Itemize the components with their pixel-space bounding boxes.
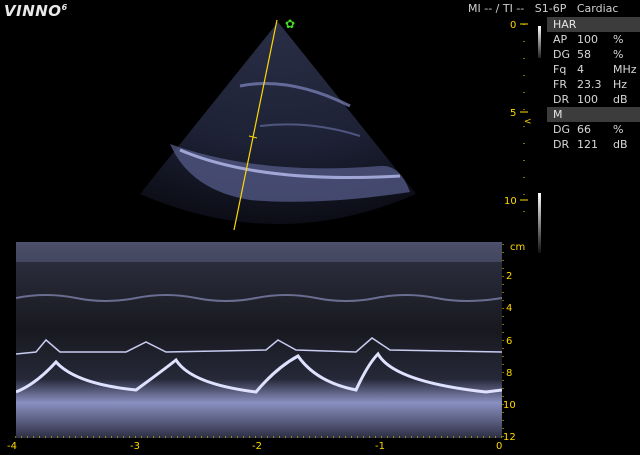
har-parameter-panel: HAR AP 100% DG 58% Fq 4 MHz FR 23.3 Hz DR 100 dB… xyxy=(547,17,640,152)
depth-scale-2d: 0 5 10 < xyxy=(504,20,532,219)
depth-tick-2: 2 xyxy=(506,271,512,282)
status-header: MI -- / TI -- S1-6P Cardiac xyxy=(468,2,625,15)
near-field-band xyxy=(16,244,502,262)
time-tick-minus-4: -4 xyxy=(7,441,17,452)
depth-tick-4: 4 xyxy=(506,303,512,314)
param-row: DR 100 dB xyxy=(553,93,628,106)
time-scale: -4 -3 -2 -1 0 xyxy=(7,436,502,452)
depth-label-5: 5 xyxy=(510,108,516,119)
param-row: FR 23.3 Hz xyxy=(553,78,628,91)
depth-label-0: 0 xyxy=(510,20,516,31)
brand-logo: VINNO6 xyxy=(4,2,68,20)
focus-marker-icon[interactable]: < xyxy=(524,117,532,127)
depth-tick-10: 10 xyxy=(503,400,516,411)
preset-label: Cardiac xyxy=(576,2,619,15)
param-row: Fq 4 MHz xyxy=(553,63,637,76)
har-section-title: HAR xyxy=(547,17,640,32)
param-row: DR 121 dB xyxy=(553,138,628,151)
m-section-title: M xyxy=(547,107,640,122)
depth-tick-8: 8 xyxy=(506,368,512,379)
depth-label-10: 10 xyxy=(504,196,517,207)
time-tick-minus-3: -3 xyxy=(130,441,140,452)
mmode-trace xyxy=(16,242,502,438)
orientation-marker-icon: ✿ xyxy=(285,17,295,31)
param-row: AP 100% xyxy=(553,33,624,46)
param-row: DG 58% xyxy=(553,48,624,61)
mmode-background xyxy=(16,242,502,438)
time-tick-minus-1: -1 xyxy=(375,441,385,452)
sector-image-2d: ✿ xyxy=(140,17,416,231)
depth-unit-label: cm xyxy=(510,242,525,253)
time-tick-minus-2: -2 xyxy=(252,441,262,452)
time-tick-0: 0 xyxy=(496,441,502,452)
mmode-depth-scale: cm 2 4 6 8 10 12 xyxy=(502,242,525,443)
param-row: DG 66% xyxy=(553,123,624,136)
depth-tick-6: 6 xyxy=(506,336,512,347)
